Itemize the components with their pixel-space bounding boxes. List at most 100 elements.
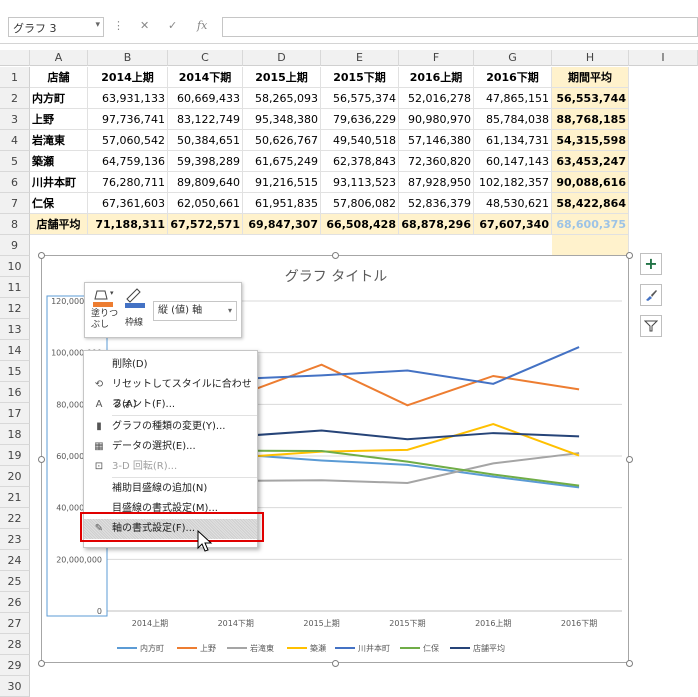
enter-icon[interactable]: ✓	[168, 19, 177, 32]
chart-filters-button[interactable]	[640, 315, 662, 337]
outline-pen-icon[interactable]	[123, 287, 147, 309]
row-header[interactable]: 28	[0, 634, 30, 655]
table-cell[interactable]: 91,216,515	[243, 172, 321, 193]
row-header[interactable]: 27	[0, 613, 30, 634]
row-header[interactable]: 3	[0, 109, 30, 130]
table-cell[interactable]: 2014下期	[168, 67, 243, 88]
outline-label[interactable]: 枠線	[125, 315, 143, 328]
row-header[interactable]: 17	[0, 403, 30, 424]
column-header[interactable]: G	[474, 50, 552, 66]
chart-styles-button[interactable]	[640, 284, 662, 306]
column-header[interactable]: D	[243, 50, 321, 66]
table-cell[interactable]: 88,768,185	[552, 109, 629, 130]
table-cell[interactable]: 72,360,820	[399, 151, 474, 172]
row-header[interactable]: 18	[0, 424, 30, 445]
table-cell[interactable]	[552, 235, 629, 256]
table-cell[interactable]: 61,675,249	[243, 151, 321, 172]
table-cell[interactable]: 60,669,433	[168, 88, 243, 109]
row-header[interactable]: 10	[0, 256, 30, 277]
table-cell[interactable]: 内方町	[30, 88, 88, 109]
table-cell[interactable]: 58,422,864	[552, 193, 629, 214]
row-header[interactable]: 22	[0, 508, 30, 529]
table-cell[interactable]: 58,265,093	[243, 88, 321, 109]
row-header[interactable]: 24	[0, 550, 30, 571]
resize-handle-br[interactable]	[626, 660, 633, 667]
row-header[interactable]: 12	[0, 298, 30, 319]
fill-bucket-icon[interactable]: ▾	[91, 287, 117, 309]
row-header[interactable]: 23	[0, 529, 30, 550]
row-header[interactable]: 30	[0, 676, 30, 697]
column-header[interactable]: F	[399, 50, 474, 66]
row-header[interactable]: 19	[0, 445, 30, 466]
table-cell[interactable]: 90,980,970	[399, 109, 474, 130]
table-cell[interactable]: 57,060,542	[88, 130, 168, 151]
table-cell[interactable]: 89,809,640	[168, 172, 243, 193]
table-cell[interactable]: 期間平均	[552, 67, 629, 88]
cancel-icon[interactable]: ✕	[140, 19, 149, 32]
context-menu-item[interactable]: 削除(D)	[84, 355, 257, 375]
column-header[interactable]: H	[552, 50, 629, 66]
row-header[interactable]: 6	[0, 172, 30, 193]
table-cell[interactable]: 62,378,843	[321, 151, 399, 172]
table-cell[interactable]: 52,836,379	[399, 193, 474, 214]
table-cell[interactable]: 95,348,380	[243, 109, 321, 130]
row-header[interactable]: 4	[0, 130, 30, 151]
column-header[interactable]: I	[629, 50, 698, 66]
table-cell[interactable]: 63,931,133	[88, 88, 168, 109]
row-header[interactable]: 20	[0, 466, 30, 487]
table-cell[interactable]: 68,878,296	[399, 214, 474, 235]
row-header[interactable]: 29	[0, 655, 30, 676]
table-cell[interactable]: 57,146,380	[399, 130, 474, 151]
chart-element-selector[interactable]: 縦 (値) 軸 ▾	[153, 301, 237, 321]
insert-function-icon[interactable]: fx	[197, 19, 207, 32]
table-cell[interactable]: 50,626,767	[243, 130, 321, 151]
table-cell[interactable]: 56,553,744	[552, 88, 629, 109]
row-header[interactable]: 11	[0, 277, 30, 298]
resize-handle-t[interactable]	[332, 252, 339, 259]
table-cell[interactable]: 90,088,616	[552, 172, 629, 193]
table-cell[interactable]: 築瀬	[30, 151, 88, 172]
chart-elements-button[interactable]: +	[640, 253, 662, 275]
context-menu-item[interactable]: A フォント(F)...	[84, 395, 257, 415]
table-cell[interactable]: 93,113,523	[321, 172, 399, 193]
row-header[interactable]: 14	[0, 340, 30, 361]
formula-input[interactable]	[222, 17, 698, 37]
table-cell[interactable]: 57,806,082	[321, 193, 399, 214]
table-cell[interactable]: 68,600,375	[552, 214, 629, 235]
row-header[interactable]: 13	[0, 319, 30, 340]
table-cell[interactable]: 102,182,357	[474, 172, 552, 193]
table-cell[interactable]: 79,636,229	[321, 109, 399, 130]
row-header[interactable]: 5	[0, 151, 30, 172]
table-cell[interactable]: 54,315,598	[552, 130, 629, 151]
row-header[interactable]: 8	[0, 214, 30, 235]
table-cell[interactable]: 2016上期	[399, 67, 474, 88]
table-cell[interactable]: 69,847,307	[243, 214, 321, 235]
column-header[interactable]: E	[321, 50, 399, 66]
table-cell[interactable]: 83,122,749	[168, 109, 243, 130]
table-cell[interactable]: 87,928,950	[399, 172, 474, 193]
row-header[interactable]: 15	[0, 361, 30, 382]
table-cell[interactable]: 64,759,136	[88, 151, 168, 172]
table-cell[interactable]: 50,384,651	[168, 130, 243, 151]
table-cell[interactable]: 63,453,247	[552, 151, 629, 172]
table-cell[interactable]: 59,398,289	[168, 151, 243, 172]
row-header[interactable]: 16	[0, 382, 30, 403]
table-cell[interactable]: 97,736,741	[88, 109, 168, 130]
table-cell[interactable]: 2015下期	[321, 67, 399, 88]
table-cell[interactable]: 67,607,340	[474, 214, 552, 235]
context-menu-item[interactable]: ⟲ リセットしてスタイルに合わせる(A)	[84, 375, 257, 410]
row-header[interactable]: 25	[0, 571, 30, 592]
table-cell[interactable]: 47,865,151	[474, 88, 552, 109]
resize-handle-l[interactable]	[38, 456, 45, 463]
name-box-dropdown-icon[interactable]: ▾	[95, 20, 100, 30]
table-cell[interactable]: 56,575,374	[321, 88, 399, 109]
table-cell[interactable]: 2015上期	[243, 67, 321, 88]
column-header[interactable]: C	[168, 50, 243, 66]
resize-handle-tr[interactable]	[626, 252, 633, 259]
table-cell[interactable]: 60,147,143	[474, 151, 552, 172]
table-cell[interactable]: 2014上期	[88, 67, 168, 88]
table-cell[interactable]: 2016下期	[474, 67, 552, 88]
row-header[interactable]: 9	[0, 235, 30, 256]
resize-handle-bl[interactable]	[38, 660, 45, 667]
table-cell[interactable]: 76,280,711	[88, 172, 168, 193]
